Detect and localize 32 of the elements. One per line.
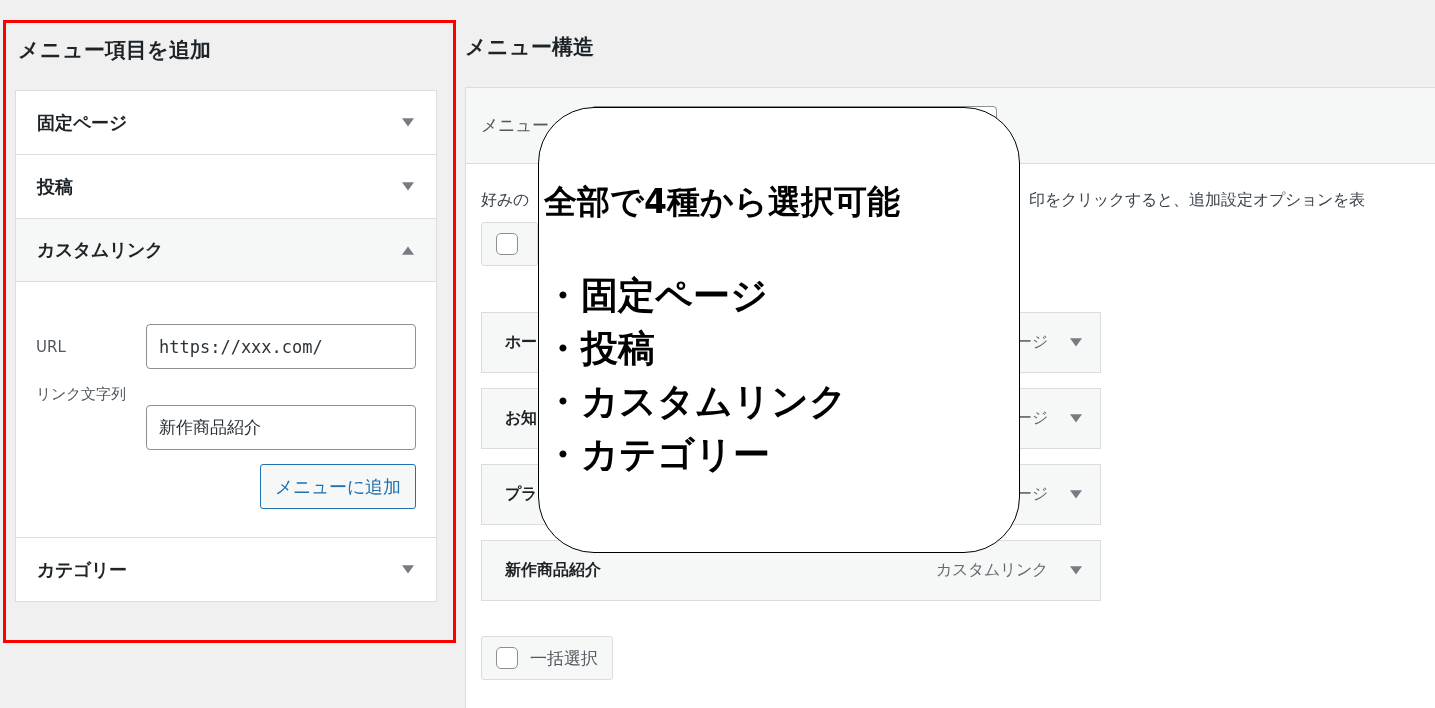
add-to-menu-button[interactable]: メニューに追加: [260, 464, 416, 509]
callout-list-item: ・投稿: [544, 326, 656, 372]
caret-down-icon: [402, 117, 414, 128]
checkbox-label: 一括選択: [530, 646, 598, 670]
caret-down-icon: [402, 181, 414, 192]
caret-down-icon[interactable]: [1070, 489, 1082, 500]
checkbox[interactable]: [496, 233, 518, 255]
field-label: URL: [36, 336, 67, 358]
field-label: リンク文字列: [36, 384, 127, 405]
accordion-header[interactable]: カスタムリンク: [16, 219, 436, 282]
field-label: メニュー: [481, 114, 549, 137]
checkbox[interactable]: [496, 647, 518, 669]
callout-list-item: ・固定ページ: [544, 273, 769, 319]
instruction-text: 好みの: [481, 189, 529, 211]
caret-down-icon: [402, 564, 414, 575]
input-field[interactable]: https://xxx.com/: [146, 324, 416, 369]
section-title: メニュー項目を追加: [17, 37, 212, 64]
section-title: メニュー構造: [465, 34, 595, 61]
input-field[interactable]: 新作商品紹介: [146, 405, 416, 450]
caret-down-icon[interactable]: [1070, 337, 1082, 348]
caret-up-icon: [402, 245, 414, 255]
menu-item-type: カスタムリンク: [936, 560, 1048, 581]
caret-down-icon[interactable]: [1070, 565, 1082, 576]
callout-list-item: ・カスタムリンク: [544, 379, 848, 425]
menu-item-title: お知: [505, 408, 537, 429]
callout-list-item: ・カテゴリー: [544, 432, 771, 478]
instruction-text: 印をクリックすると、追加設定オプションを表: [1029, 189, 1365, 211]
menu-item-title: 新作商品紹介: [505, 560, 601, 581]
menu-item-title: プラ: [505, 484, 537, 505]
callout-title: 全部で4種から選択可能: [544, 181, 901, 223]
caret-down-icon[interactable]: [1070, 413, 1082, 424]
menu-item-title: ホー: [505, 332, 537, 353]
